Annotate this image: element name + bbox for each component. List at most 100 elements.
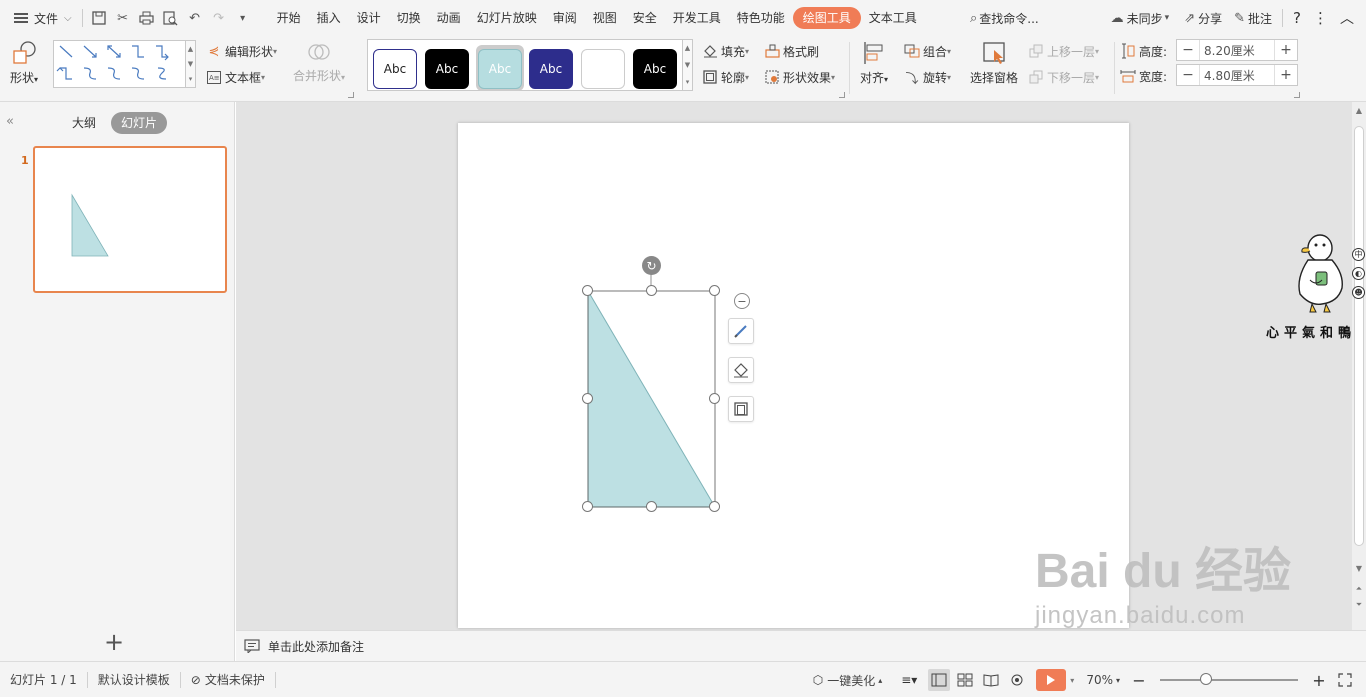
tab-transitions[interactable]: 切换 xyxy=(389,7,429,29)
expand-gallery-icon[interactable]: ▾ xyxy=(189,75,193,83)
resize-handle-top[interactable] xyxy=(646,285,657,296)
fill-button[interactable]: 填充 ▾ xyxy=(702,40,749,62)
tab-animations[interactable]: 动画 xyxy=(429,7,469,29)
file-menu-button[interactable]: 文件 ⌵ xyxy=(0,0,78,36)
rotate-handle-icon[interactable]: ↻ xyxy=(642,256,661,275)
tab-outline[interactable]: 大纲 xyxy=(62,112,106,134)
collapse-panel-icon[interactable]: « xyxy=(6,114,14,129)
slide-thumbnail-1[interactable] xyxy=(33,146,227,293)
reading-view-icon[interactable] xyxy=(980,669,1002,691)
tab-security[interactable]: 安全 xyxy=(625,7,665,29)
save-icon[interactable] xyxy=(87,6,111,30)
moon-icon[interactable]: ◐ xyxy=(1352,267,1365,280)
float-style-button[interactable] xyxy=(728,318,754,344)
rotate-button[interactable]: ⤵ 旋转 ▾ xyxy=(904,66,951,88)
scroll-down-icon[interactable]: ▼ xyxy=(685,61,690,69)
gallery-scroll[interactable]: ▲ ▼ ▾ xyxy=(186,40,196,88)
tab-text-tools[interactable]: 文本工具 xyxy=(861,7,925,29)
scroll-up-icon[interactable]: ▲ xyxy=(685,44,690,52)
fit-to-window-icon[interactable] xyxy=(1334,669,1356,691)
shape-effects-button[interactable]: 形状效果 ▾ xyxy=(764,66,835,88)
slide[interactable]: ↻ − xyxy=(458,123,1129,628)
tab-drawing-tools[interactable]: 绘图工具 xyxy=(792,7,861,29)
customize-quick-access-icon[interactable]: ▾ xyxy=(231,6,255,30)
tab-design[interactable]: 设计 xyxy=(349,7,389,29)
float-fill-button[interactable] xyxy=(728,357,754,383)
scroll-down-icon[interactable]: ▼ xyxy=(1354,564,1364,573)
align-button[interactable]: 对齐▾ xyxy=(860,40,888,86)
bring-forward-button[interactable]: 上移一层 ▾ xyxy=(1028,40,1099,62)
sync-status-button[interactable]: ☁ 未同步 ▾ xyxy=(1105,10,1179,27)
redo-icon[interactable]: ↷ xyxy=(207,6,231,30)
tab-developer[interactable]: 开发工具 xyxy=(665,7,729,29)
merge-shape-button[interactable]: 合并形状▾ xyxy=(293,40,345,84)
comment-button[interactable]: ✎ 批注 xyxy=(1228,10,1278,27)
resize-handle-left[interactable] xyxy=(582,393,593,404)
document-protection[interactable]: ⊘ 文档未保护 xyxy=(181,671,275,688)
dialog-launcher-icon[interactable] xyxy=(839,92,845,98)
scroll-down-icon[interactable]: ▼ xyxy=(188,60,193,68)
vertical-scrollbar[interactable]: ▲ ▼ ⏶ ⏷ xyxy=(1352,102,1366,630)
float-outline-button[interactable] xyxy=(728,396,754,422)
chevron-down-icon[interactable]: ▾ xyxy=(1070,676,1074,685)
zoom-in-icon[interactable]: + xyxy=(1308,669,1330,691)
tab-view[interactable]: 视图 xyxy=(585,7,625,29)
resize-handle-right[interactable] xyxy=(709,393,720,404)
height-input[interactable] xyxy=(1199,40,1275,60)
textbox-button[interactable]: A≡ 文本框 ▾ xyxy=(206,66,265,88)
scroll-up-icon[interactable]: ▲ xyxy=(188,45,193,53)
shape-style-light-teal[interactable]: Abc xyxy=(478,49,522,89)
selection-pane-button[interactable]: 选择窗格 xyxy=(970,40,1018,86)
increase-height-button[interactable]: + xyxy=(1275,40,1297,60)
undo-icon[interactable]: ↶ xyxy=(183,6,207,30)
decrease-width-button[interactable]: − xyxy=(1177,65,1199,85)
shape-style-black-2[interactable]: Abc xyxy=(633,49,677,89)
right-triangle-shape[interactable] xyxy=(587,289,716,508)
shape-style-navy[interactable]: Abc xyxy=(529,49,573,89)
shape-style-black[interactable]: Abc xyxy=(425,49,469,89)
tab-review[interactable]: 审阅 xyxy=(545,7,585,29)
tab-slideshow[interactable]: 幻灯片放映 xyxy=(469,7,545,29)
presenter-view-icon[interactable] xyxy=(1006,669,1028,691)
resize-handle-top-left[interactable] xyxy=(582,285,593,296)
search-command[interactable]: ⌕ 查找命令... xyxy=(970,7,1039,29)
add-slide-icon[interactable]: + xyxy=(104,630,124,654)
resize-handle-bottom-left[interactable] xyxy=(582,501,593,512)
shape-style-white[interactable] xyxy=(581,49,625,89)
zoom-out-icon[interactable]: − xyxy=(1128,669,1150,691)
previous-slide-icon[interactable]: ⏶ xyxy=(1354,584,1364,594)
cut-icon[interactable]: ✂ xyxy=(111,6,135,30)
zoom-slider[interactable] xyxy=(1160,673,1298,685)
design-template[interactable]: 默认设计模板 xyxy=(88,671,180,688)
notes-pane[interactable]: 单击此处添加备注 xyxy=(236,630,1366,661)
resize-handle-bottom-right[interactable] xyxy=(709,501,720,512)
dialog-launcher-icon[interactable] xyxy=(1294,92,1300,98)
style-gallery-scroll[interactable]: ▲ ▼ ▾ xyxy=(683,39,693,91)
more-options-icon[interactable]: ⋮ xyxy=(1307,9,1334,27)
zoom-slider-knob[interactable] xyxy=(1200,673,1212,685)
tab-special-features[interactable]: 特色功能 xyxy=(729,7,793,29)
collapse-ribbon-icon[interactable]: ︿ xyxy=(1334,8,1366,28)
format-painter-button[interactable]: 格式刷 xyxy=(764,40,819,62)
share-button[interactable]: ⇗ 分享 xyxy=(1178,10,1228,27)
one-click-beautify-button[interactable]: ⬡ 一键美化 ▴ xyxy=(803,672,893,689)
tab-home[interactable]: 开始 xyxy=(269,7,309,29)
next-slide-icon[interactable]: ⏷ xyxy=(1354,600,1364,610)
shape-style-white-outline[interactable]: Abc xyxy=(373,49,417,89)
normal-view-icon[interactable] xyxy=(928,669,951,691)
scroll-up-icon[interactable]: ▲ xyxy=(1354,106,1364,115)
print-icon[interactable] xyxy=(135,6,159,30)
expand-gallery-icon[interactable]: ▾ xyxy=(686,78,690,86)
resize-handle-bottom[interactable] xyxy=(646,501,657,512)
input-mode-icon[interactable]: 中 xyxy=(1352,248,1365,261)
print-preview-icon[interactable] xyxy=(159,6,183,30)
width-input[interactable] xyxy=(1199,65,1275,85)
emoji-icon[interactable]: ☻ xyxy=(1352,286,1365,299)
slide-sorter-view-icon[interactable] xyxy=(954,669,976,691)
notes-toggle-icon[interactable]: ≡▾ xyxy=(894,669,924,691)
decrease-height-button[interactable]: − xyxy=(1177,40,1199,60)
dialog-launcher-icon[interactable] xyxy=(348,92,354,98)
collapse-float-toolbar-icon[interactable]: − xyxy=(734,293,750,309)
tab-insert[interactable]: 插入 xyxy=(309,7,349,29)
zoom-level[interactable]: 70% ▾ xyxy=(1080,673,1126,687)
